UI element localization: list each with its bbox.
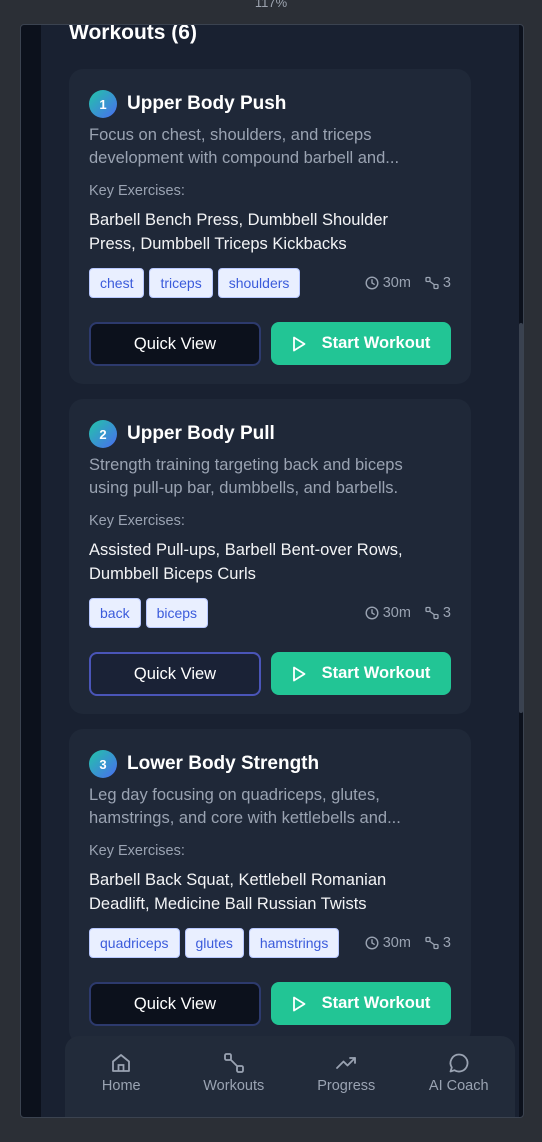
scrollbar-thumb[interactable] bbox=[519, 323, 523, 713]
muscle-tag: biceps bbox=[145, 598, 209, 628]
workout-title: Upper Body Pull bbox=[127, 423, 275, 444]
card-header: 2 Upper Body Pull bbox=[89, 419, 275, 449]
nav-item-home[interactable]: Home bbox=[65, 1036, 178, 1117]
muscle-tag: glutes bbox=[184, 928, 244, 958]
workout-meta: 30m 3 bbox=[351, 268, 451, 298]
bottom-navigation: Home Workouts Progress AI Coach bbox=[65, 1036, 515, 1117]
duration-value: 30m bbox=[382, 605, 411, 621]
muscle-tags: chest triceps shoulders bbox=[89, 268, 305, 298]
nav-label: Home bbox=[101, 1078, 141, 1094]
dumbbell-icon bbox=[425, 276, 439, 290]
muscle-tags: quadriceps glutes hamstrings bbox=[89, 928, 344, 958]
muscle-tag: quadriceps bbox=[89, 928, 180, 958]
nav-label: Workouts bbox=[203, 1078, 265, 1094]
exercise-count: 3 bbox=[425, 935, 451, 951]
nav-item-workouts[interactable]: Workouts bbox=[178, 1036, 291, 1117]
muscle-tag: chest bbox=[89, 268, 145, 298]
play-icon bbox=[292, 666, 306, 681]
clock-icon bbox=[365, 936, 379, 950]
dumbbell-icon bbox=[425, 936, 439, 950]
quick-view-button[interactable]: Quick View bbox=[89, 652, 261, 696]
section-title: Workouts (6) bbox=[69, 24, 197, 44]
duration-value: 30m bbox=[382, 935, 411, 951]
quick-view-button[interactable]: Quick View bbox=[89, 982, 261, 1026]
nav-label: AI Coach bbox=[428, 1078, 489, 1094]
dumbbell-icon bbox=[425, 606, 439, 620]
workouts-scroll-area[interactable]: Workouts (6) 1 Upper Body Push Focus on … bbox=[41, 25, 519, 1117]
duration: 30m bbox=[365, 935, 411, 951]
nav-item-progress[interactable]: Progress bbox=[290, 1036, 403, 1117]
play-icon bbox=[292, 336, 306, 351]
workout-number-badge: 2 bbox=[89, 420, 117, 448]
workout-number-badge: 3 bbox=[89, 750, 117, 778]
muscle-tags: back biceps bbox=[89, 598, 213, 628]
start-workout-label: Start Workout bbox=[321, 994, 431, 1012]
workout-meta: 30m 3 bbox=[351, 598, 451, 628]
key-exercises-label: Key Exercises: bbox=[89, 513, 185, 529]
exercise-count-value: 3 bbox=[442, 275, 451, 291]
trending-up-icon bbox=[336, 1057, 357, 1069]
workout-description: Strength training targeting back and bic… bbox=[89, 456, 403, 497]
chat-bubble-icon bbox=[449, 1053, 469, 1073]
muscle-tag: shoulders bbox=[217, 268, 301, 298]
start-workout-button[interactable]: Start Workout bbox=[271, 982, 451, 1025]
workout-meta: 30m 3 bbox=[351, 928, 451, 958]
nav-label: Progress bbox=[317, 1078, 376, 1094]
start-workout-label: Start Workout bbox=[321, 664, 431, 682]
quick-view-button[interactable]: Quick View bbox=[89, 322, 261, 366]
key-exercises-list: Barbell Back Squat, Kettlebell Romanian … bbox=[89, 871, 387, 913]
clock-icon bbox=[365, 276, 379, 290]
workout-title: Upper Body Push bbox=[127, 93, 287, 114]
duration: 30m bbox=[365, 605, 411, 621]
start-workout-button[interactable]: Start Workout bbox=[271, 652, 451, 695]
start-workout-label: Start Workout bbox=[321, 334, 431, 352]
exercise-count-value: 3 bbox=[442, 605, 451, 621]
card-header: 1 Upper Body Push bbox=[89, 89, 286, 119]
workout-number-badge: 1 bbox=[89, 90, 117, 118]
exercise-count: 3 bbox=[425, 275, 451, 291]
key-exercises-label: Key Exercises: bbox=[89, 843, 185, 859]
app-frame: Workouts (6) 1 Upper Body Push Focus on … bbox=[20, 24, 524, 1118]
muscle-tag: triceps bbox=[149, 268, 213, 298]
duration: 30m bbox=[365, 275, 411, 291]
duration-value: 30m bbox=[382, 275, 411, 291]
nav-item-ai-coach[interactable]: AI Coach bbox=[403, 1036, 516, 1117]
clock-icon bbox=[365, 606, 379, 620]
dumbbell-icon bbox=[223, 1053, 244, 1073]
workout-card: 1 Upper Body Push Focus on chest, should… bbox=[69, 69, 471, 384]
muscle-tag: hamstrings bbox=[248, 928, 340, 958]
workout-title: Lower Body Strength bbox=[127, 753, 320, 774]
muscle-tag: back bbox=[89, 598, 141, 628]
start-workout-button[interactable]: Start Workout bbox=[271, 322, 451, 365]
workout-description: Leg day focusing on quadriceps, glutes, … bbox=[89, 786, 401, 827]
key-exercises-label: Key Exercises: bbox=[89, 183, 185, 199]
exercise-count: 3 bbox=[425, 605, 451, 621]
key-exercises-list: Barbell Bench Press, Dumbbell Shoulder P… bbox=[89, 211, 388, 253]
key-exercises-list: Assisted Pull-ups, Barbell Bent-over Row… bbox=[89, 541, 403, 583]
exercise-count-value: 3 bbox=[442, 935, 451, 951]
workout-card: 3 Lower Body Strength Leg day focusing o… bbox=[69, 729, 471, 1044]
zoom-level: 117% bbox=[254, 0, 288, 10]
play-icon bbox=[292, 996, 306, 1011]
home-icon bbox=[112, 1054, 131, 1072]
card-header: 3 Lower Body Strength bbox=[89, 749, 319, 779]
workout-card: 2 Upper Body Pull Strength training targ… bbox=[69, 399, 471, 714]
workout-description: Focus on chest, shoulders, and triceps d… bbox=[89, 126, 400, 167]
